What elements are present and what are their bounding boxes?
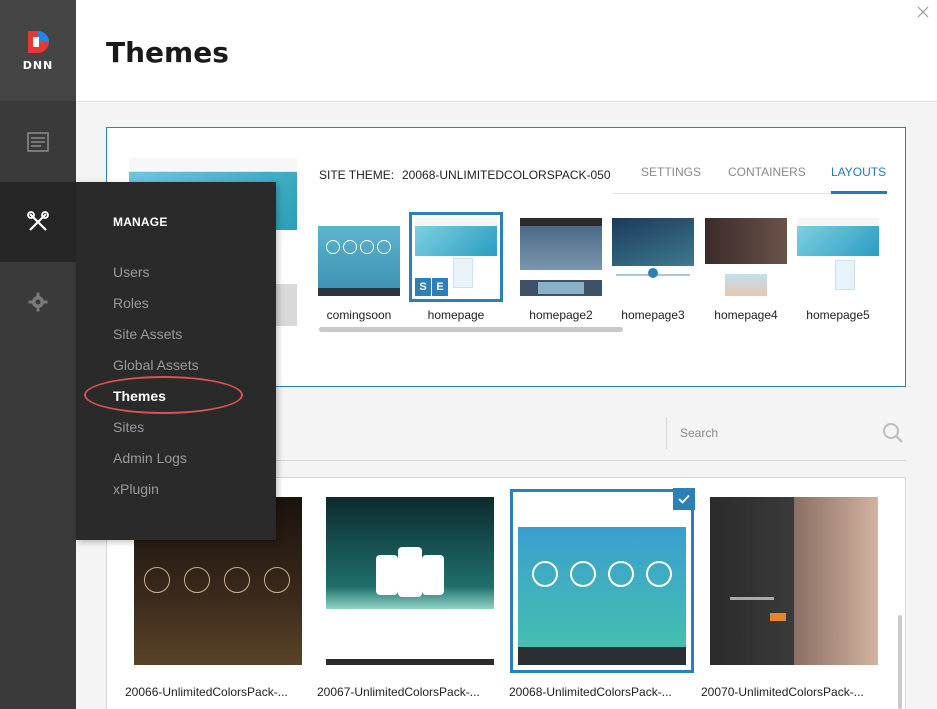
menu-item-admin-logs[interactable]: Admin Logs bbox=[113, 450, 187, 466]
layout-label: homepage2 bbox=[529, 308, 593, 322]
rail-manage-button[interactable] bbox=[0, 182, 76, 262]
dnn-logo[interactable]: DNN bbox=[0, 0, 76, 101]
layout-label: homepage5 bbox=[806, 308, 870, 322]
layout-label: homepage4 bbox=[714, 308, 778, 322]
theme-label: 20068-UnlimitedColorsPack-... bbox=[509, 685, 672, 699]
menu-item-users[interactable]: Users bbox=[113, 264, 150, 280]
checkmark-icon bbox=[678, 494, 690, 504]
layout-thumbnail bbox=[520, 218, 602, 296]
layout-item-homepage4[interactable]: homepage4 bbox=[705, 218, 787, 322]
dnn-logo-icon bbox=[28, 31, 49, 53]
rail-settings-button[interactable] bbox=[0, 262, 76, 342]
menu-item-site-assets[interactable]: Site Assets bbox=[113, 326, 182, 342]
theme-thumbnail bbox=[710, 497, 878, 665]
layout-label: comingsoon bbox=[326, 308, 392, 322]
theme-card-20068[interactable]: 20068-UnlimitedColorsPack-... bbox=[509, 488, 695, 699]
layout-label: homepage3 bbox=[621, 308, 685, 322]
close-icon[interactable] bbox=[917, 6, 929, 18]
theme-thumbnail bbox=[510, 489, 694, 673]
page-title: Themes bbox=[106, 36, 229, 69]
menu-item-roles[interactable]: Roles bbox=[113, 295, 149, 311]
layout-item-homepage[interactable]: S E homepage bbox=[409, 212, 503, 322]
theme-card-20067[interactable]: 20067-UnlimitedColorsPack-... bbox=[317, 497, 494, 699]
theme-label: 20066-UnlimitedColorsPack-... bbox=[125, 685, 288, 699]
theme-tabs: SETTINGS CONTAINERS LAYOUTS bbox=[613, 154, 887, 194]
menu-item-sites[interactable]: Sites bbox=[113, 419, 144, 435]
menu-item-xplugin[interactable]: xPlugin bbox=[113, 481, 159, 497]
selected-check-badge bbox=[673, 488, 695, 510]
search-icon[interactable] bbox=[882, 422, 904, 444]
theme-thumbnail bbox=[326, 497, 494, 665]
layout-thumbnail bbox=[318, 218, 400, 296]
tab-containers[interactable]: CONTAINERS bbox=[728, 165, 806, 179]
layout-thumbnail: S E bbox=[409, 212, 503, 302]
tools-icon bbox=[27, 211, 49, 231]
gear-icon bbox=[28, 292, 48, 312]
theme-label: 20070-UnlimitedColorsPack-... bbox=[701, 685, 864, 699]
search-divider bbox=[666, 417, 667, 449]
layout-label: homepage bbox=[427, 308, 485, 322]
manage-flyout-menu: MANAGE Users Roles Site Assets Global As… bbox=[76, 182, 276, 540]
left-rail: DNN bbox=[0, 0, 76, 709]
site-theme-name: 20068-UNLIMITEDCOLORSPACK-050 bbox=[402, 168, 611, 182]
theme-label: 20067-UnlimitedColorsPack-... bbox=[317, 685, 480, 699]
themes-scrollbar[interactable] bbox=[898, 615, 902, 709]
menu-item-global-assets[interactable]: Global Assets bbox=[113, 357, 199, 373]
page-header: Themes bbox=[76, 0, 937, 102]
layout-badge-s: S bbox=[415, 278, 431, 296]
layout-thumbnail bbox=[612, 218, 694, 296]
layout-item-homepage5[interactable]: homepage5 bbox=[797, 218, 879, 322]
manage-menu-title: MANAGE bbox=[113, 215, 168, 229]
tab-settings[interactable]: SETTINGS bbox=[641, 165, 701, 179]
layout-item-comingsoon[interactable]: comingsoon bbox=[318, 218, 400, 322]
layout-thumbnail bbox=[705, 218, 787, 296]
search-input[interactable] bbox=[680, 420, 870, 446]
layout-item-homepage2[interactable]: homepage2 bbox=[520, 218, 602, 322]
document-icon bbox=[27, 132, 49, 152]
layouts-scrollbar[interactable] bbox=[319, 327, 623, 332]
layout-thumbnail bbox=[797, 218, 879, 296]
logo-text: DNN bbox=[22, 59, 54, 72]
layout-badge-e: E bbox=[432, 278, 448, 296]
menu-item-themes[interactable]: Themes bbox=[113, 388, 166, 404]
layout-item-homepage3[interactable]: homepage3 bbox=[612, 218, 694, 322]
active-tab-indicator bbox=[831, 191, 887, 194]
rail-content-button[interactable] bbox=[0, 102, 76, 182]
theme-card-20070[interactable]: 20070-UnlimitedColorsPack-... bbox=[701, 497, 878, 699]
site-theme-label: SITE THEME: bbox=[319, 168, 395, 182]
search-underline bbox=[276, 460, 906, 461]
tab-layouts[interactable]: LAYOUTS bbox=[831, 165, 886, 179]
